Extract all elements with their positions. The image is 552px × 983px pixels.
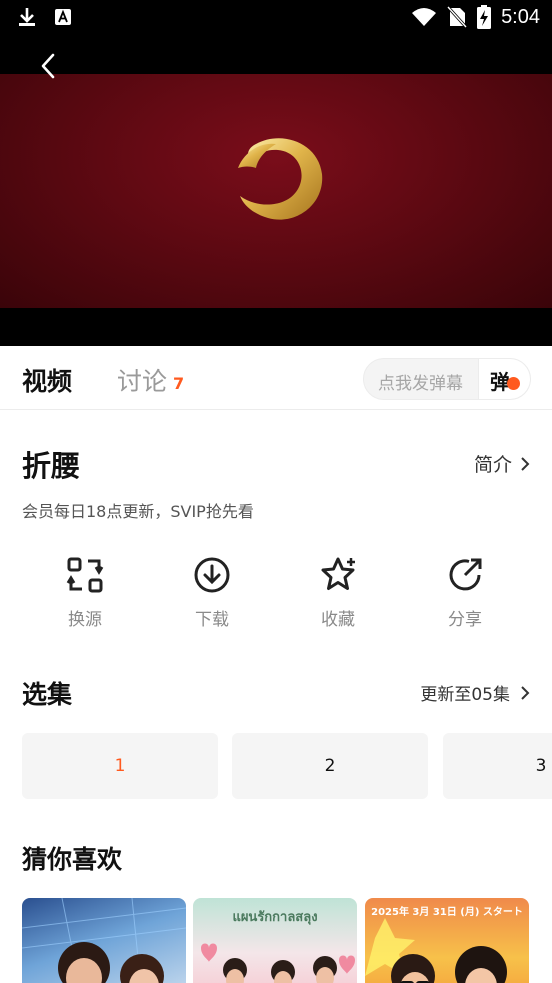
action-label: 下载 bbox=[195, 610, 229, 630]
danmaku-toggle[interactable]: 弹 bbox=[478, 359, 530, 399]
switch-source-icon bbox=[66, 557, 104, 593]
poster-card[interactable]: 2025年 3月 31日 (月) スタート bbox=[365, 898, 529, 983]
episodes-more-link[interactable]: 更新至05集 bbox=[420, 680, 530, 705]
episodes-update-label: 更新至05集 bbox=[420, 685, 510, 705]
recommend-title: 猜你喜欢 bbox=[22, 845, 123, 874]
intro-label: 简介 bbox=[473, 454, 512, 476]
chevron-right-icon bbox=[521, 456, 530, 471]
download-icon bbox=[194, 557, 230, 593]
share-icon bbox=[449, 558, 482, 591]
poster-image bbox=[365, 918, 507, 983]
episodes-title: 选集 bbox=[22, 680, 73, 709]
tab-video[interactable]: 视频 bbox=[22, 362, 72, 398]
switch-source-button[interactable]: 换源 bbox=[45, 555, 125, 630]
download-icon bbox=[19, 8, 35, 26]
wifi-icon bbox=[412, 8, 437, 26]
show-title: 折腰 bbox=[22, 449, 81, 483]
check-icon bbox=[507, 377, 520, 390]
download-button[interactable]: 下载 bbox=[172, 555, 252, 630]
recommend-list: แผนรักกาลสลุง 2025年 3月 31日 (月) スタート bbox=[22, 898, 552, 983]
poster-image bbox=[201, 943, 355, 983]
no-sim-icon bbox=[447, 6, 468, 28]
star-icon bbox=[321, 557, 355, 590]
action-row: 换源 下载 收藏 分享 bbox=[0, 555, 552, 635]
tab-discuss[interactable]: 讨论 bbox=[117, 362, 167, 398]
tabs-bar: 视频 讨论 7 点我发弹幕 弹 bbox=[0, 346, 552, 410]
episode-item[interactable]: 3 bbox=[443, 733, 552, 799]
episode-item[interactable]: 1 bbox=[22, 733, 218, 799]
poster-card[interactable]: แผนรักกาลสลุง bbox=[193, 898, 357, 983]
status-time: 5:04 bbox=[501, 5, 540, 28]
poster-card[interactable] bbox=[22, 898, 186, 983]
action-label: 换源 bbox=[68, 610, 102, 630]
battery-charging-icon bbox=[477, 5, 492, 29]
back-button[interactable] bbox=[34, 50, 64, 82]
episode-item[interactable]: 2 bbox=[232, 733, 428, 799]
video-frame[interactable] bbox=[0, 74, 552, 308]
gold-crescent-logo bbox=[238, 138, 323, 220]
share-button[interactable]: 分享 bbox=[425, 555, 505, 630]
chevron-right-icon bbox=[521, 685, 530, 700]
app-a-icon bbox=[55, 9, 71, 25]
status-bar: 5:04 bbox=[0, 0, 552, 36]
show-subtitle: 会员每日18点更新，SVIP抢先看 bbox=[22, 502, 254, 521]
episode-list: 1 2 3 bbox=[22, 733, 552, 799]
poster-image bbox=[22, 898, 186, 983]
discuss-count-badge: 7 bbox=[173, 374, 185, 393]
action-label: 分享 bbox=[448, 610, 482, 630]
danmaku-input[interactable]: 点我发弹幕 bbox=[378, 369, 463, 394]
danmaku-box: 点我发弹幕 弹 bbox=[363, 358, 531, 400]
favorite-button[interactable]: 收藏 bbox=[298, 555, 378, 630]
action-label: 收藏 bbox=[321, 610, 355, 630]
video-player[interactable] bbox=[0, 36, 552, 346]
intro-link[interactable]: 简介 bbox=[474, 450, 530, 477]
